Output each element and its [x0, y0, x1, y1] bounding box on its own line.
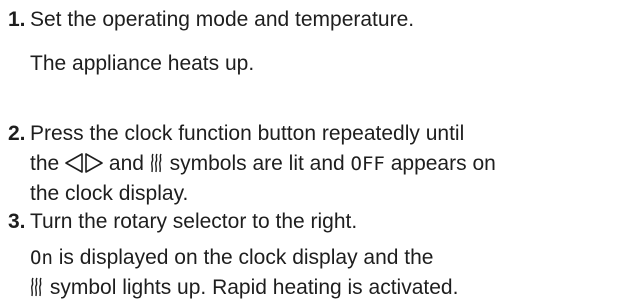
- step-result-line: On is displayed on the clock display and…: [30, 243, 618, 273]
- left-right-arrows-icon: [65, 152, 103, 182]
- step-result: The appliance heats up.: [30, 52, 255, 75]
- step-body: Turn the rotary selector to the right. O…: [30, 207, 618, 303]
- text-fragment: symbols are lit and: [169, 152, 345, 175]
- text-fragment: is displayed on the clock display and th…: [58, 246, 434, 269]
- display-on-indicator: On: [30, 247, 53, 269]
- instruction-list: 1. Set the operating mode and temperatur…: [0, 0, 618, 299]
- step-number: 1.: [8, 8, 26, 31]
- rapid-heating-icon: [30, 276, 44, 306]
- step-body: Set the operating mode and temperature. …: [30, 5, 618, 79]
- step-number: 3.: [8, 210, 26, 233]
- rapid-heating-icon: [150, 152, 164, 182]
- text-fragment: the: [30, 152, 60, 175]
- text-fragment: appears on: [390, 152, 496, 175]
- step-instruction-line: the clock display.: [30, 182, 189, 205]
- step-instruction: Set the operating mode and temperature.: [30, 8, 415, 31]
- text-fragment: and: [108, 152, 144, 175]
- display-off-indicator: OFF: [350, 153, 385, 175]
- step-instruction-line: Press the clock function button repeated…: [30, 122, 465, 145]
- step-result-line: symbol lights up. Rapid heating is activ…: [30, 273, 618, 303]
- step-number: 2.: [8, 122, 26, 145]
- step-instruction: Turn the rotary selector to the right.: [30, 210, 358, 233]
- step-instruction-line: the and symbols are lit and OFF appears …: [30, 149, 618, 179]
- step-body: Press the clock function button repeated…: [30, 119, 618, 209]
